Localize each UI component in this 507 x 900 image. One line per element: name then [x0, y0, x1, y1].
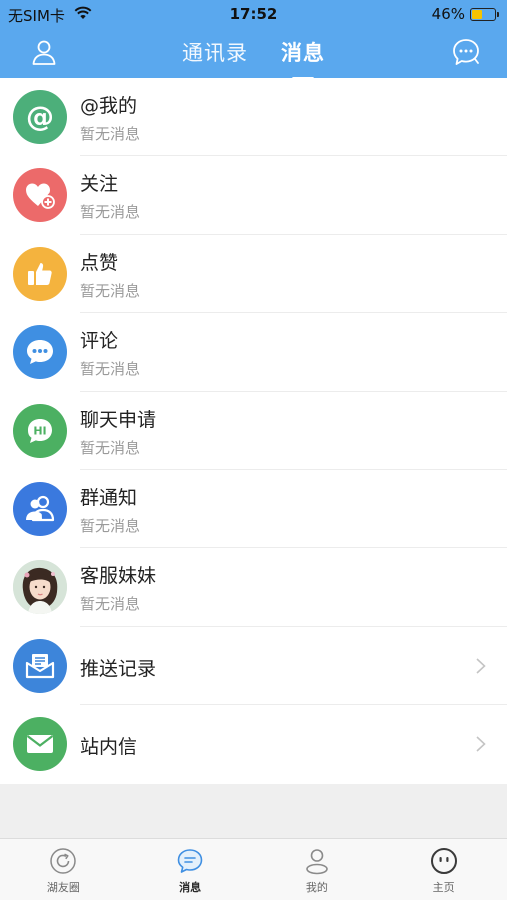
item-subtitle: 暂无消息 [80, 438, 141, 457]
tabbar-label: 主页 [432, 881, 455, 894]
list-item-likes[interactable]: 点赞 暂无消息 [0, 235, 507, 314]
list-item-customer-service[interactable]: 客服妹妹 暂无消息 [0, 548, 507, 627]
list-item-follow[interactable]: 关注 暂无消息 [0, 156, 507, 235]
item-title: 推送记录 [80, 657, 157, 680]
at-icon: @ [13, 90, 67, 144]
list-item-at-me[interactable]: @ @我的 暂无消息 [0, 78, 507, 157]
tabbar-label: 消息 [179, 881, 202, 894]
battery-fill [472, 10, 482, 19]
item-subtitle: 暂无消息 [80, 360, 141, 379]
status-bar: 无SIM卡 17:52 46% [0, 0, 507, 28]
list-item-comments[interactable]: 评论 暂无消息 [0, 313, 507, 392]
header: 无SIM卡 17:52 46% 通讯录 消息 [0, 0, 507, 80]
list-item-chat-request[interactable]: HI 聊天申请 暂无消息 [0, 392, 507, 470]
comment-icon [13, 325, 67, 380]
item-subtitle: 暂无消息 [80, 203, 141, 222]
svg-text:HI: HI [33, 424, 46, 437]
item-title: 点赞 [80, 251, 119, 274]
tabbar-item-me[interactable]: 我的 [254, 839, 381, 900]
battery-percent: 46% [431, 5, 465, 23]
svg-text:@: @ [26, 100, 54, 133]
mail-icon [13, 717, 67, 772]
push-record-icon [13, 638, 67, 693]
item-title: 关注 [80, 173, 119, 196]
nav-bar: 通讯录 消息 [0, 28, 507, 80]
item-subtitle: 暂无消息 [80, 595, 141, 614]
thumbs-up-icon [13, 246, 67, 301]
refresh-circle-icon [50, 848, 77, 874]
tab-messages[interactable]: 消息 [281, 37, 325, 80]
chevron-right-icon [476, 736, 486, 752]
home-face-icon [430, 848, 457, 874]
heart-plus-icon [13, 168, 67, 223]
item-title: 群通知 [80, 486, 138, 509]
list-item-inbox[interactable]: 站内信 [0, 705, 507, 783]
chevron-right-icon [476, 658, 486, 674]
top-tabs: 通讯录 消息 [0, 37, 507, 80]
tab-contacts[interactable]: 通讯录 [182, 37, 248, 67]
list-item-push-records[interactable]: 推送记录 [0, 627, 507, 706]
person-icon [306, 849, 328, 875]
item-title: 评论 [80, 330, 119, 353]
item-title: 站内信 [80, 736, 138, 759]
tabbar-item-messages[interactable]: 消息 [127, 839, 254, 900]
battery-icon [470, 8, 499, 21]
tabbar-item-home[interactable]: 主页 [380, 839, 507, 900]
item-subtitle: 暂无消息 [80, 516, 141, 535]
customer-service-avatar [13, 560, 67, 615]
chat-bubble-icon[interactable] [451, 37, 481, 67]
group-icon [13, 481, 67, 536]
message-icon [177, 849, 203, 873]
bottom-tab-bar: 湖友圈 消息 我的 主页 [0, 838, 507, 900]
hi-chat-icon: HI [13, 403, 67, 458]
item-title: @我的 [80, 95, 138, 117]
message-list: @ @我的 暂无消息 关注 暂无消息 点赞 暂无消息 评论 暂无消息 HI 聊天… [0, 78, 507, 784]
item-subtitle: 暂无消息 [80, 125, 141, 143]
tabbar-item-circle[interactable]: 湖友圈 [0, 839, 127, 900]
tabbar-label: 湖友圈 [46, 881, 80, 894]
item-title: 客服妹妹 [80, 565, 157, 588]
item-title: 聊天申请 [80, 408, 157, 431]
list-item-group-notice[interactable]: 群通知 暂无消息 [0, 470, 507, 549]
tabbar-label: 我的 [305, 881, 328, 894]
item-subtitle: 暂无消息 [80, 281, 141, 300]
app-root: 无SIM卡 17:52 46% 通讯录 消息 @ @我的 暂无消息 关注 暂无消… [0, 0, 507, 900]
